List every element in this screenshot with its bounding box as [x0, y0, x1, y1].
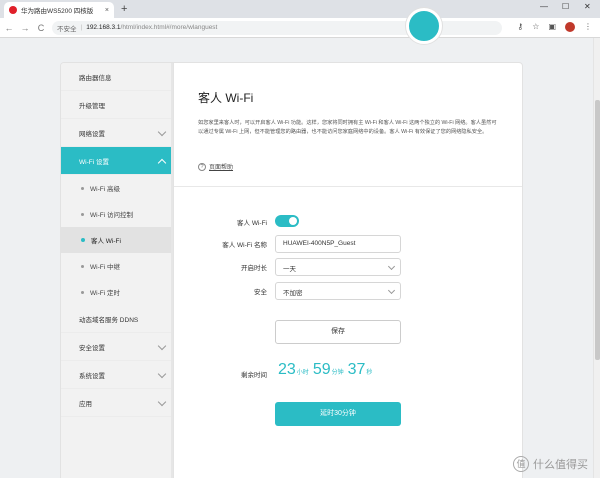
- watermark-text: 什么值得买: [533, 459, 588, 471]
- insecure-label: 不安全: [57, 25, 77, 33]
- duration-label: 开启时长: [241, 265, 267, 272]
- decorative-circle: [406, 8, 442, 44]
- guest-wifi-row: 客人 Wi-Fi: [174, 213, 522, 231]
- browser-toolbar: ← → C 不安全 | 192.168.3.1 /html/index.html…: [0, 18, 600, 38]
- sidebar-item-wifi[interactable]: Wi-Fi 设置: [61, 147, 173, 175]
- guest-wifi-label: 客人 Wi-Fi: [237, 220, 267, 227]
- divider: [174, 186, 522, 187]
- bullet-icon: [81, 186, 84, 190]
- duration-row: 开启时长 一天: [174, 258, 522, 276]
- sidebar-item-security[interactable]: 安全设置: [61, 333, 173, 361]
- bullet-icon: [81, 238, 85, 242]
- bullet-icon: [81, 264, 84, 268]
- sidebar-item-router-info[interactable]: 路由器信息: [61, 63, 173, 91]
- browser-tab[interactable]: 华为路由WS5200 四核版 ×: [4, 2, 114, 18]
- toggle-knob: [289, 217, 297, 225]
- security-row: 安全 不加密: [174, 282, 522, 300]
- wifi-name-row: 客人 Wi-Fi 名称 HUAWEI-400N5P_Guest: [174, 235, 522, 253]
- close-window-button[interactable]: ✕: [584, 2, 591, 11]
- help-link-text: 页面帮助: [209, 165, 234, 171]
- page-title: 客人 Wi-Fi: [198, 91, 254, 105]
- tab-title: 华为路由WS5200 四核版: [21, 8, 94, 15]
- chevron-down-icon: [157, 397, 167, 407]
- timer-minutes: 59: [312, 361, 331, 378]
- timer-seconds-unit: 秒: [366, 370, 373, 376]
- toolbar-icons: ⚷ ☆ ▣ ⋮: [517, 22, 592, 32]
- profile-avatar[interactable]: [565, 22, 575, 32]
- sidebar-subitem-wifi-timer[interactable]: Wi-Fi 定时: [61, 279, 173, 305]
- sidebar-item-network[interactable]: 网络设置: [61, 119, 173, 147]
- forward-button[interactable]: →: [18, 23, 32, 33]
- new-tab-button[interactable]: +: [121, 3, 127, 15]
- duration-select[interactable]: 一天: [275, 258, 401, 276]
- timer-minutes-unit: 分钟: [331, 370, 344, 376]
- wifi-name-input[interactable]: HUAWEI-400N5P_Guest: [275, 235, 401, 253]
- key-icon[interactable]: ⚷: [517, 22, 523, 32]
- guest-wifi-toggle[interactable]: [275, 215, 299, 227]
- url-path: /html/index.html#/more/wlanguest: [120, 24, 218, 31]
- scrollbar-thumb[interactable]: [595, 100, 600, 360]
- security-select[interactable]: 不加密: [275, 282, 401, 300]
- extend-30min-button[interactable]: 延时30分钟: [275, 402, 401, 426]
- remaining-time-label: 剩余时间: [241, 372, 267, 379]
- save-button[interactable]: 保存: [275, 320, 401, 344]
- sidebar-subitem-wifi-access[interactable]: Wi-Fi 访问控制: [61, 201, 173, 227]
- remaining-time-row: 剩余时间 23 小时 59 分钟 37 秒: [174, 361, 522, 385]
- page-description: 如您家里来客人时，可以开启客人 Wi-Fi 功能。这样，您家将同时拥有主 Wi-…: [198, 120, 497, 135]
- sidebar-subitem-wifi-repeater[interactable]: Wi-Fi 中继: [61, 253, 173, 279]
- chevron-down-icon: [387, 262, 396, 271]
- watermark: 值 什么值得买: [513, 456, 588, 472]
- help-link[interactable]: ? 页面帮助: [198, 162, 233, 171]
- security-label: 安全: [254, 289, 267, 296]
- maximize-button[interactable]: ☐: [562, 2, 569, 11]
- sidebar-item-apps[interactable]: 应用: [61, 389, 173, 417]
- url-host: 192.168.3.1: [86, 24, 121, 31]
- settings-panel: 路由器信息 升级管理 网络设置 Wi-Fi 设置 Wi-Fi 高级 Wi-Fi …: [60, 62, 523, 478]
- wifi-name-label: 客人 Wi-Fi 名称: [222, 242, 267, 249]
- timer-seconds: 37: [347, 361, 366, 378]
- countdown-timer: 23 小时 59 分钟 37 秒: [278, 361, 376, 379]
- bookmark-star-icon[interactable]: ☆: [532, 22, 539, 32]
- chevron-down-icon: [387, 286, 396, 295]
- minimize-button[interactable]: —: [540, 2, 548, 11]
- bullet-icon: [81, 290, 84, 294]
- sidebar-subitem-wifi-advanced[interactable]: Wi-Fi 高级: [61, 175, 173, 201]
- timer-hours: 23: [278, 361, 296, 378]
- sidebar-item-upgrade[interactable]: 升级管理: [61, 91, 173, 119]
- sidebar: 路由器信息 升级管理 网络设置 Wi-Fi 设置 Wi-Fi 高级 Wi-Fi …: [61, 63, 174, 478]
- back-button[interactable]: ←: [2, 23, 16, 33]
- page-scrollbar[interactable]: [593, 38, 600, 478]
- chevron-down-icon: [157, 369, 167, 379]
- chevron-up-icon: [157, 158, 167, 168]
- sidebar-scrollbar[interactable]: [171, 63, 173, 478]
- help-icon: ?: [198, 162, 206, 171]
- url-separator: |: [80, 24, 83, 31]
- sidebar-item-system[interactable]: 系统设置: [61, 361, 173, 389]
- smzdm-logo-icon: 值: [513, 456, 529, 472]
- reload-button[interactable]: C: [34, 23, 48, 33]
- huawei-favicon-icon: [9, 6, 17, 14]
- tab-close-icon[interactable]: ×: [105, 7, 109, 14]
- menu-icon[interactable]: ⋮: [584, 22, 592, 32]
- timer-hours-unit: 小时: [296, 370, 309, 376]
- content-area: 客人 Wi-Fi 如您家里来客人时，可以开启客人 Wi-Fi 功能。这样，您家将…: [174, 63, 522, 478]
- sidebar-item-ddns[interactable]: 动态域名服务 DDNS: [61, 305, 173, 333]
- sidebar-subitem-guest-wifi[interactable]: 客人 Wi-Fi: [61, 227, 173, 253]
- chevron-down-icon: [157, 341, 167, 351]
- bullet-icon: [81, 212, 84, 216]
- extension-icon[interactable]: ▣: [548, 22, 556, 32]
- browser-tab-bar: 华为路由WS5200 四核版 × + — ☐ ✕: [0, 0, 600, 18]
- chevron-down-icon: [157, 127, 167, 137]
